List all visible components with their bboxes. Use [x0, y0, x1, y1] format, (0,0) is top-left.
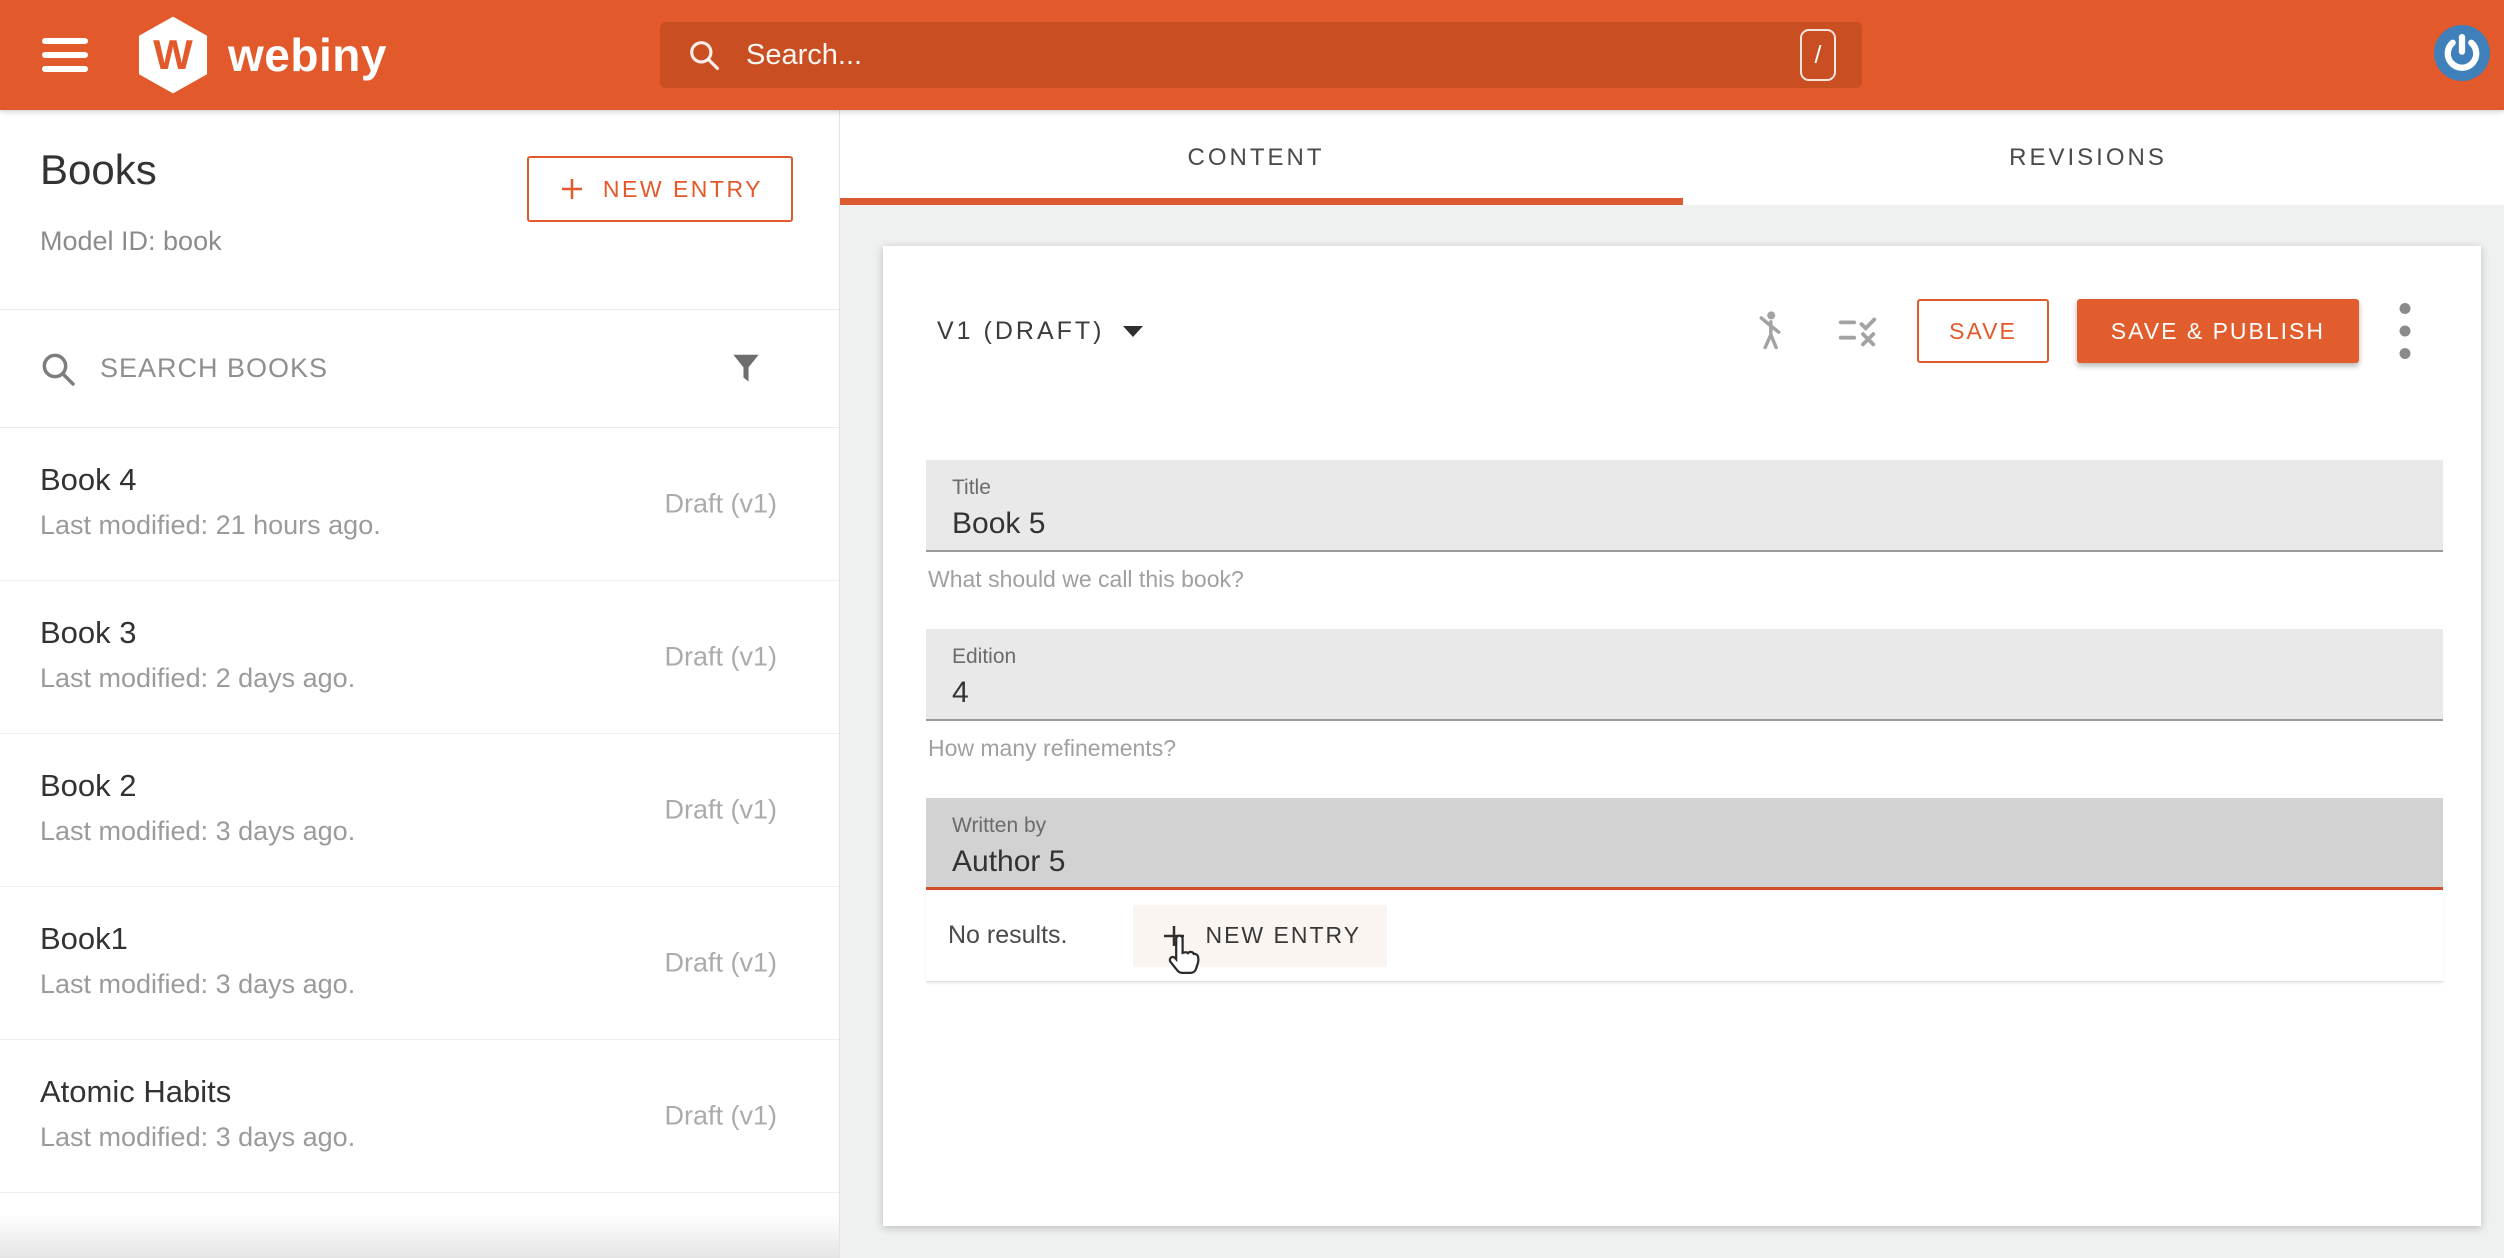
accessibility-person-icon[interactable]	[1747, 309, 1791, 353]
kebab-menu-icon[interactable]	[2397, 302, 2413, 360]
title-field[interactable]: Title Book 5	[926, 460, 2443, 552]
list-item[interactable]: Book 2 Last modified: 3 days ago. Draft …	[0, 734, 839, 887]
dropdown-new-entry-button[interactable]: NEW ENTRY	[1133, 905, 1387, 967]
tab-content[interactable]: CONTENT	[840, 110, 1672, 205]
version-label: V1 (DRAFT)	[937, 317, 1105, 346]
global-search-input[interactable]	[746, 39, 1800, 72]
app-screen: W webiny / Books Model ID: book	[0, 0, 2504, 1258]
entry-editor-card: V1 (DRAFT)	[883, 246, 2481, 1226]
status-badge: Draft (v1)	[664, 948, 777, 979]
list-item[interactable]: Book 3 Last modified: 2 days ago. Draft …	[0, 581, 839, 734]
plus-icon	[557, 174, 587, 204]
editor-toolbar: V1 (DRAFT)	[883, 246, 2481, 416]
tab-bar: CONTENT REVISIONS	[840, 110, 2504, 205]
tab-revisions[interactable]: REVISIONS	[1672, 110, 2504, 205]
field-helper-text: How many refinements?	[928, 735, 2443, 762]
written-by-field[interactable]: Written by Author 5	[926, 798, 2443, 890]
edition-field[interactable]: Edition 4	[926, 629, 2443, 721]
filter-icon[interactable]	[727, 350, 765, 388]
search-books-input[interactable]	[100, 353, 727, 384]
field-label: Written by	[952, 814, 2443, 838]
status-badge: Draft (v1)	[664, 1101, 777, 1132]
entry-form: Title Book 5 What should we call this bo…	[926, 460, 2443, 982]
field-value: Book 5	[952, 507, 2443, 541]
validation-rule-icon[interactable]	[1791, 308, 1881, 354]
search-icon	[686, 37, 722, 73]
status-badge: Draft (v1)	[664, 642, 777, 673]
logo-text: webiny	[228, 28, 387, 82]
version-dropdown[interactable]: V1 (DRAFT)	[937, 317, 1143, 346]
page-title: Books	[40, 146, 157, 194]
global-search-bar[interactable]: /	[660, 22, 1862, 88]
model-id-label: Model ID: book	[40, 226, 222, 257]
field-label: Title	[952, 476, 2443, 500]
entries-sidebar: Books Model ID: book NEW ENTRY Book 4 La…	[0, 110, 840, 1258]
logo-mark: W	[153, 31, 193, 79]
plus-icon	[1159, 921, 1189, 951]
no-results-text: No results.	[948, 921, 1067, 950]
field-value: 4	[952, 676, 2443, 710]
list-item[interactable]: Atomic Habits Last modified: 3 days ago.…	[0, 1040, 839, 1193]
top-header: W webiny /	[0, 0, 2504, 110]
hamburger-menu-icon[interactable]	[42, 38, 88, 72]
reference-dropdown: No results. NEW ENTRY	[926, 890, 2443, 982]
save-and-publish-button[interactable]: SAVE & PUBLISH	[2077, 299, 2359, 363]
new-entry-button[interactable]: NEW ENTRY	[527, 156, 793, 222]
sidebar-header: Books Model ID: book NEW ENTRY	[0, 110, 839, 310]
active-tab-indicator	[840, 198, 1683, 205]
search-icon	[38, 349, 78, 389]
field-value: Author 5	[952, 845, 2443, 879]
user-avatar[interactable]	[2434, 25, 2490, 81]
save-button[interactable]: SAVE	[1917, 299, 2049, 363]
list-item[interactable]: Book 4 Last modified: 21 hours ago. Draf…	[0, 428, 839, 581]
webiny-logo: W webiny	[136, 15, 387, 95]
content-panel: CONTENT REVISIONS V1 (DRAFT)	[840, 110, 2504, 1258]
toolbar-actions: SAVE SAVE & PUBLISH	[1747, 299, 2413, 363]
status-badge: Draft (v1)	[664, 489, 777, 520]
sidebar-search-row	[0, 310, 839, 428]
status-badge: Draft (v1)	[664, 795, 777, 826]
search-shortcut-badge: /	[1800, 29, 1836, 81]
chevron-down-icon	[1123, 326, 1143, 337]
list-item[interactable]: Book1 Last modified: 3 days ago. Draft (…	[0, 887, 839, 1040]
webiny-logo-hexagon-icon: W	[136, 15, 210, 95]
field-label: Edition	[952, 645, 2443, 669]
field-helper-text: What should we call this book?	[928, 566, 2443, 593]
